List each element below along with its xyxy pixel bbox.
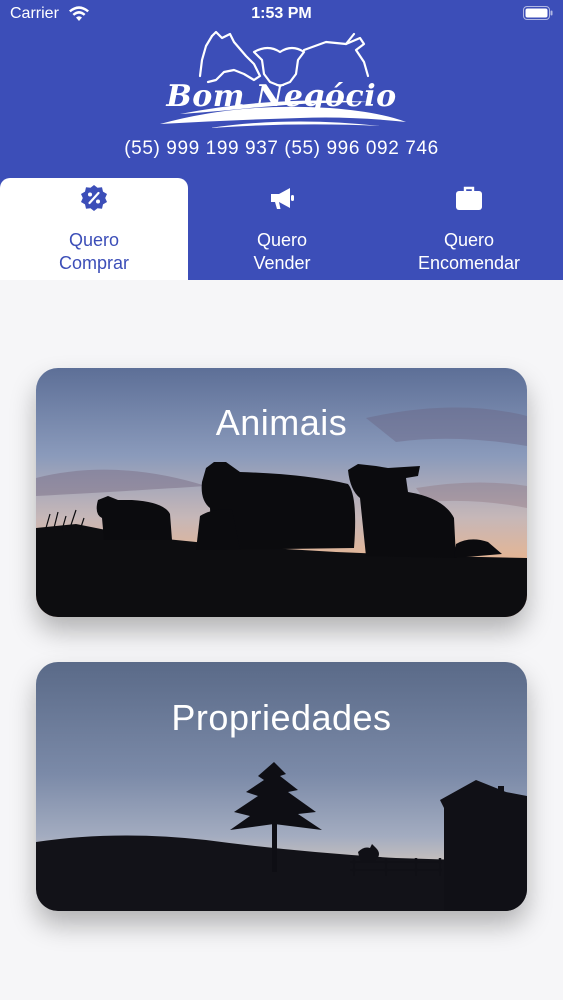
battery-icon (523, 6, 553, 20)
discount-badge-icon (81, 185, 107, 211)
tab-quero-comprar[interactable]: Quero Comprar (0, 178, 188, 280)
tab-bar: Quero Comprar Quero Vender Quero Encomen… (0, 178, 563, 280)
tab-label: Quero Encomendar (417, 230, 521, 273)
briefcase-icon (456, 186, 482, 210)
brand-logo-text: Bom Negócio (166, 79, 397, 114)
card-title: Animais (215, 402, 348, 443)
tab-label: Quero Vender (253, 230, 311, 273)
contact-phones: (55) 999 199 937 (55) 996 092 746 (124, 138, 439, 159)
tab-quero-encomendar[interactable]: Quero Encomendar (375, 178, 563, 280)
app-header: Carrier 1:53 PM Bom Negócio (55) 999 199… (0, 0, 563, 280)
tab-quero-vender[interactable]: Quero Vender (188, 178, 376, 280)
card-propriedades[interactable]: Propriedades (36, 662, 527, 911)
clock: 1:53 PM (251, 5, 312, 22)
status-bar: Carrier 1:53 PM (0, 0, 563, 30)
card-title: Propriedades (171, 697, 392, 738)
tab-label: Quero Comprar (58, 230, 129, 273)
card-animais[interactable]: Animais (36, 368, 527, 617)
megaphone-icon (271, 188, 294, 209)
